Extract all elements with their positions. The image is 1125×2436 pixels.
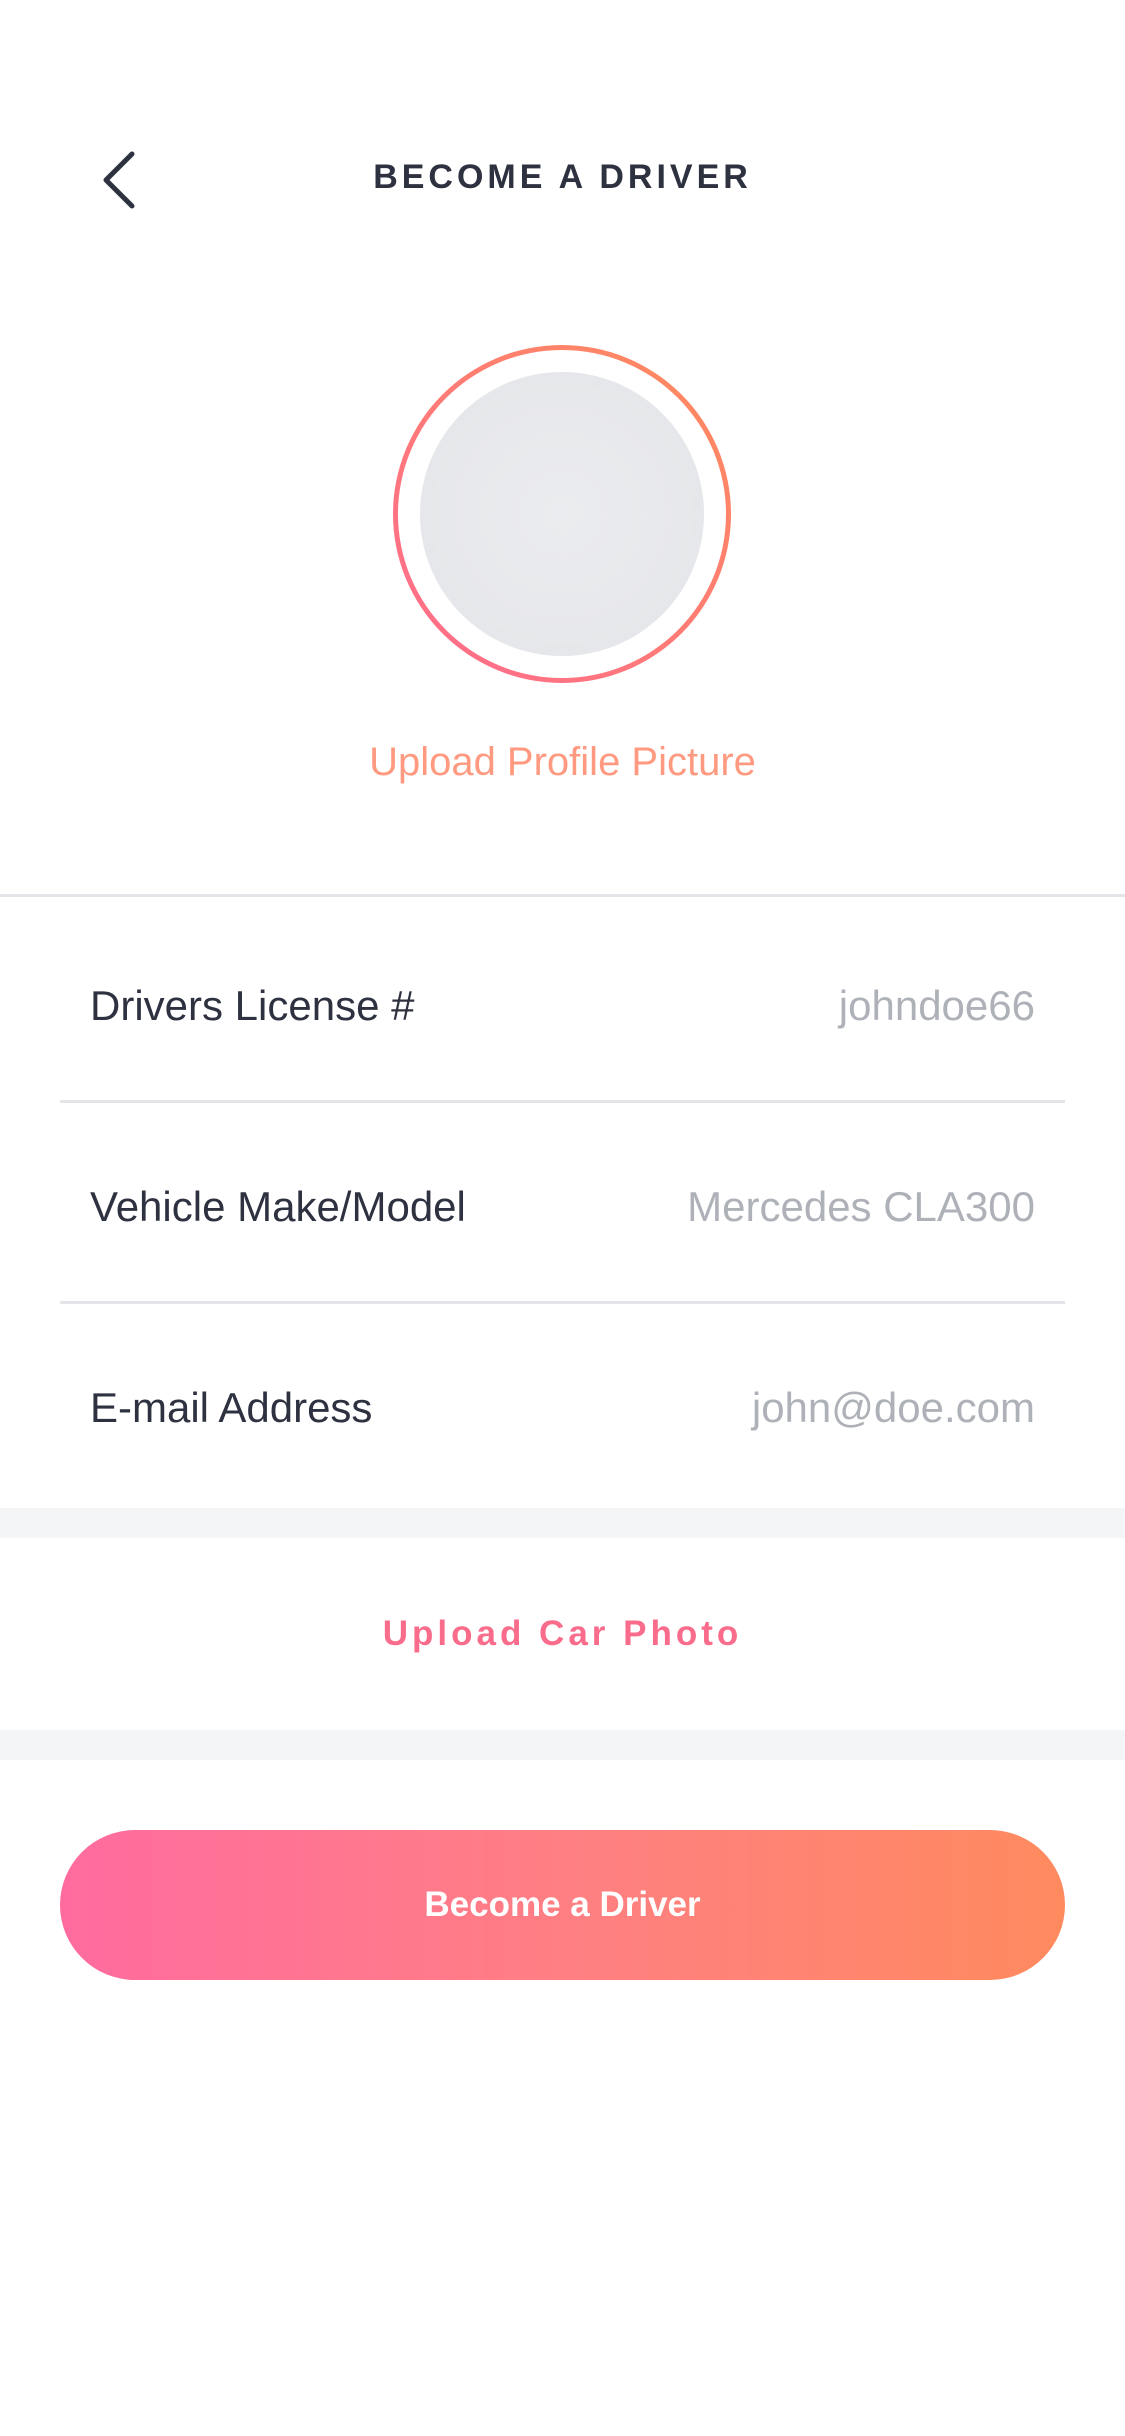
form-row-drivers-license[interactable]: Drivers License # johndoe66: [60, 904, 1065, 1104]
row-divider: [60, 1100, 1065, 1103]
section-separator: [0, 1730, 1125, 1760]
section-divider: [0, 894, 1125, 897]
header: BECOME A DRIVER: [0, 120, 1125, 240]
profile-picture-avatar[interactable]: [393, 345, 731, 683]
section-separator: [0, 1508, 1125, 1538]
upload-car-photo-button[interactable]: Upload Car Photo: [0, 1538, 1125, 1730]
row-divider: [60, 1301, 1065, 1304]
upload-profile-picture-link[interactable]: Upload Profile Picture: [0, 740, 1125, 785]
vehicle-make-model-label: Vehicle Make/Model: [90, 1183, 466, 1230]
page-title: BECOME A DRIVER: [373, 158, 752, 196]
form-row-email-address[interactable]: E-mail Address john@doe.com: [60, 1306, 1065, 1506]
become-a-driver-button[interactable]: Become a Driver: [60, 1830, 1065, 1980]
email-address-field[interactable]: john@doe.com: [752, 1384, 1035, 1432]
drivers-license-label: Drivers License #: [90, 982, 415, 1029]
become-driver-screen: BECOME A DRIVER Upload Profile Picture D…: [0, 0, 1125, 2436]
avatar-placeholder: [420, 372, 704, 656]
vehicle-make-model-field[interactable]: Mercedes CLA300: [687, 1183, 1035, 1231]
drivers-license-field[interactable]: johndoe66: [839, 982, 1035, 1030]
form-row-vehicle-make-model[interactable]: Vehicle Make/Model Mercedes CLA300: [60, 1105, 1065, 1305]
email-address-label: E-mail Address: [90, 1384, 373, 1431]
